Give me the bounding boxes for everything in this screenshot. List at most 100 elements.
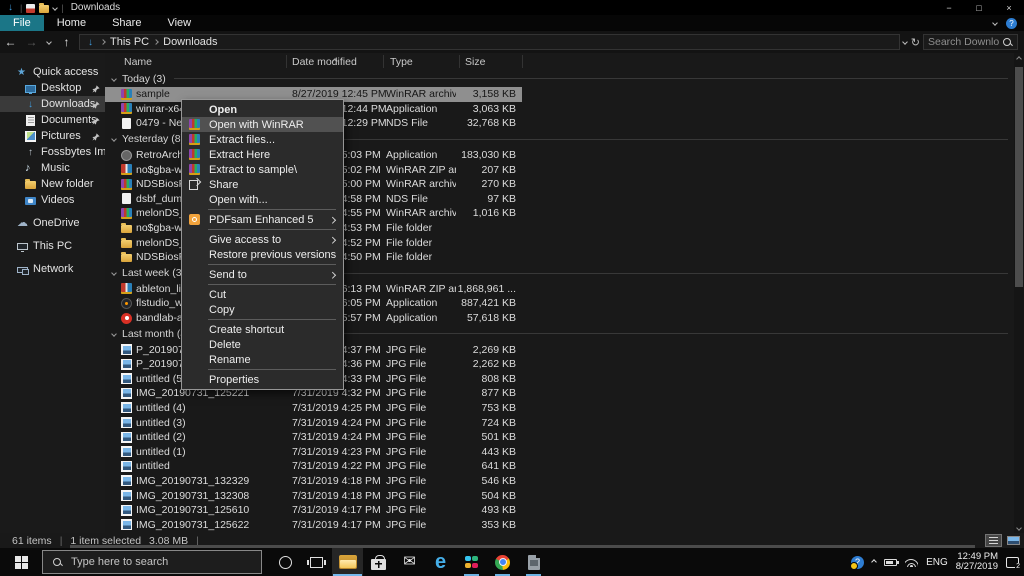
- new-folder-icon[interactable]: [39, 5, 49, 13]
- sidebar-item-pictures[interactable]: Pictures: [0, 128, 105, 144]
- menu-item-give-access-to[interactable]: Give access to: [182, 232, 343, 247]
- network-signal-icon[interactable]: [905, 557, 918, 567]
- menu-item-label: Copy: [209, 304, 235, 316]
- help-icon[interactable]: ?: [1006, 18, 1017, 29]
- column-separator[interactable]: [286, 55, 287, 68]
- taskbar-app-explorer[interactable]: [332, 548, 363, 576]
- menu-item-properties[interactable]: Properties: [182, 372, 343, 387]
- column-header-name[interactable]: Name: [124, 53, 152, 70]
- sidebar-item-quick-access[interactable]: Quick access: [0, 64, 105, 80]
- tray-overflow-icon[interactable]: [872, 560, 876, 564]
- column-header-size[interactable]: Size: [465, 53, 485, 70]
- taskbar-search-input[interactable]: Type here to search: [42, 550, 262, 574]
- menu-item-cut[interactable]: Cut: [182, 287, 343, 302]
- collapse-icon: [111, 270, 117, 276]
- sidebar-item-new-folder[interactable]: New folder: [0, 176, 105, 192]
- menu-item-open-with[interactable]: Open with...: [182, 192, 343, 207]
- menu-item-extract-files[interactable]: Extract files...: [182, 132, 343, 147]
- menu-item-create-shortcut[interactable]: Create shortcut: [182, 322, 343, 337]
- help-tray-icon[interactable]: [851, 556, 864, 569]
- column-separator[interactable]: [459, 55, 460, 68]
- tab-home[interactable]: Home: [44, 15, 99, 31]
- sidebar-item-onedrive[interactable]: OneDrive: [0, 215, 105, 231]
- nds-icon: [122, 193, 131, 204]
- minimize-button[interactable]: −: [934, 0, 964, 15]
- sidebar-item-this-pc[interactable]: This PC: [0, 238, 105, 254]
- file-row[interactable]: IMG_20190731_1323297/31/2019 4:18 PMJPG …: [105, 474, 1014, 489]
- sidebar-item-downloads[interactable]: Downloads: [0, 96, 105, 112]
- breadcrumb-this-pc[interactable]: This PC: [110, 36, 149, 48]
- task-view-button[interactable]: [301, 548, 332, 576]
- back-button[interactable]: ←: [0, 35, 21, 49]
- thumbnails-view-button[interactable]: [1005, 534, 1022, 547]
- refresh-icon[interactable]: ↻: [911, 36, 920, 49]
- tab-share[interactable]: Share: [99, 15, 154, 31]
- menu-item-restore-previous-versions[interactable]: Restore previous versions: [182, 247, 343, 262]
- battery-icon[interactable]: [884, 559, 897, 566]
- menu-item-extract-here[interactable]: Extract Here: [182, 147, 343, 162]
- column-separator[interactable]: [383, 55, 384, 68]
- details-view-button[interactable]: [985, 534, 1002, 547]
- column-header-type[interactable]: Type: [390, 53, 413, 70]
- menu-item-open-with-winrar[interactable]: Open with WinRAR: [182, 117, 343, 132]
- file-date: 7/31/2019 4:24 PM: [292, 430, 388, 445]
- file-row[interactable]: untitled (1)7/31/2019 4:23 PMJPG File443…: [105, 444, 1014, 459]
- action-center-icon[interactable]: 2: [1006, 557, 1019, 568]
- scroll-up-icon[interactable]: [1014, 53, 1024, 64]
- file-row[interactable]: untitled (4)7/31/2019 4:25 PMJPG File753…: [105, 401, 1014, 416]
- taskbar-app-edge[interactable]: [425, 548, 456, 576]
- menu-item-rename[interactable]: Rename: [182, 352, 343, 367]
- cortana-button[interactable]: [270, 548, 301, 576]
- column-header-date[interactable]: Date modified: [292, 53, 357, 70]
- search-input[interactable]: Search Downloads: [923, 34, 1018, 50]
- properties-icon[interactable]: [26, 4, 35, 13]
- close-button[interactable]: ×: [994, 0, 1024, 15]
- taskbar-app-chrome[interactable]: [487, 548, 518, 576]
- address-dropdown-icon[interactable]: [902, 39, 908, 45]
- scroll-down-icon[interactable]: [1014, 522, 1024, 533]
- taskbar-app-cartridge[interactable]: [518, 548, 549, 576]
- sidebar-item-videos[interactable]: Videos: [0, 192, 105, 208]
- taskbar-app-store[interactable]: [363, 548, 394, 576]
- address-bar[interactable]: This PC Downloads: [79, 34, 900, 50]
- file-row[interactable]: untitled7/31/2019 4:22 PMJPG File641 KB: [105, 459, 1014, 474]
- file-row[interactable]: IMG_20190731_1256227/31/2019 4:17 PMJPG …: [105, 517, 1014, 532]
- tab-file[interactable]: File: [0, 15, 44, 31]
- menu-item-extract-to-sample[interactable]: Extract to sample\: [182, 162, 343, 177]
- file-row[interactable]: untitled (2)7/31/2019 4:24 PMJPG File501…: [105, 430, 1014, 445]
- tab-view[interactable]: View: [154, 15, 204, 31]
- sidebar-item-desktop[interactable]: Desktop: [0, 80, 105, 96]
- column-separator[interactable]: [522, 55, 523, 68]
- chevron-down-icon[interactable]: [53, 5, 59, 11]
- menu-item-send-to[interactable]: Send to: [182, 267, 343, 282]
- menu-item-copy[interactable]: Copy: [182, 302, 343, 317]
- sidebar-item-network[interactable]: Network: [0, 261, 105, 277]
- vertical-scrollbar[interactable]: [1014, 53, 1024, 533]
- file-row[interactable]: untitled (3)7/31/2019 4:24 PMJPG File724…: [105, 415, 1014, 430]
- up-button[interactable]: ↑: [56, 35, 77, 49]
- sidebar-item-fossbytes-images[interactable]: Fossbytes Images: [0, 144, 105, 160]
- menu-item-pdfsam-enhanced-5[interactable]: PDFsam Enhanced 5: [182, 212, 343, 227]
- clock[interactable]: 12:49 PM 8/27/2019: [956, 552, 998, 573]
- menu-item-open[interactable]: Open: [182, 102, 343, 117]
- file-name: untitled (3): [136, 415, 288, 430]
- separator: |: [61, 3, 63, 13]
- scrollbar-thumb[interactable]: [1015, 67, 1023, 287]
- breadcrumb-downloads[interactable]: Downloads: [163, 36, 217, 48]
- group-header-today-3[interactable]: Today (3): [105, 70, 1014, 87]
- file-row[interactable]: IMG_20190731_1256107/31/2019 4:17 PMJPG …: [105, 503, 1014, 518]
- language-indicator[interactable]: ENG: [926, 557, 948, 568]
- task-view-icon: [310, 557, 323, 568]
- start-button[interactable]: [0, 548, 42, 576]
- forward-button[interactable]: →: [21, 35, 42, 49]
- menu-item-share[interactable]: Share: [182, 177, 343, 192]
- file-row[interactable]: IMG_20190731_1323087/31/2019 4:18 PMJPG …: [105, 488, 1014, 503]
- sidebar-item-music[interactable]: Music: [0, 160, 105, 176]
- taskbar-app-slack[interactable]: [456, 548, 487, 576]
- recent-locations-icon[interactable]: [42, 40, 56, 44]
- maximize-button[interactable]: □: [964, 0, 994, 15]
- ribbon-collapse-icon[interactable]: [992, 20, 998, 26]
- taskbar-app-mail[interactable]: [394, 548, 425, 576]
- sidebar-item-documents[interactable]: Documents: [0, 112, 105, 128]
- menu-item-delete[interactable]: Delete: [182, 337, 343, 352]
